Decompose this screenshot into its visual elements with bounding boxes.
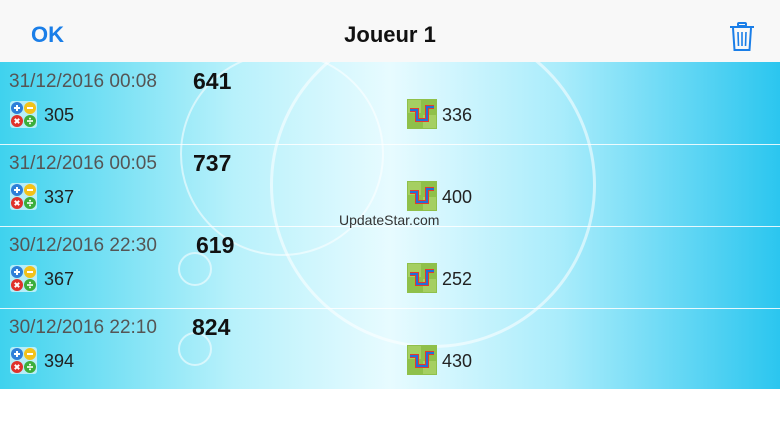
- math-operators-icon: [10, 183, 37, 210]
- pipe-puzzle-icon: [407, 99, 437, 129]
- pipes-score: 336: [442, 105, 473, 125]
- pipe-puzzle-icon: [407, 263, 437, 293]
- entry-total: 619: [196, 232, 235, 258]
- trash-icon[interactable]: [729, 22, 755, 52]
- pipes-score: 252: [442, 269, 473, 289]
- page-title: Joueur 1: [344, 22, 436, 47]
- entry-date: 31/12/2016 00:08: [9, 71, 157, 92]
- ops-score: 305: [44, 105, 75, 125]
- list-item[interactable]: 30/12/2016 22:30 619 367 252: [0, 226, 780, 309]
- pipes-score: 400: [442, 187, 473, 207]
- entry-total: 641: [193, 68, 232, 94]
- entry-total: 737: [193, 150, 232, 176]
- pipes-score: 430: [442, 351, 473, 371]
- list-item[interactable]: 31/12/2016 00:08 641 305 336: [0, 62, 780, 145]
- list-item[interactable]: 30/12/2016 22:10 824 394 430: [0, 308, 780, 389]
- ops-score: 394: [44, 351, 75, 371]
- entry-date: 31/12/2016 00:05: [9, 153, 157, 174]
- pipe-puzzle-icon: [407, 345, 437, 375]
- math-operators-icon: [10, 101, 37, 128]
- entry-date: 30/12/2016 22:10: [9, 317, 157, 338]
- math-operators-icon: [10, 347, 37, 374]
- pipe-puzzle-icon: [407, 181, 437, 211]
- navigation-bar: OK Joueur 1: [0, 0, 780, 62]
- ops-score: 367: [44, 269, 75, 289]
- entry-date: 30/12/2016 22:30: [9, 235, 157, 256]
- math-operators-icon: [10, 265, 37, 292]
- watermark: UpdateStar.com: [339, 212, 440, 228]
- entry-total: 824: [192, 314, 231, 340]
- ops-score: 337: [44, 187, 75, 207]
